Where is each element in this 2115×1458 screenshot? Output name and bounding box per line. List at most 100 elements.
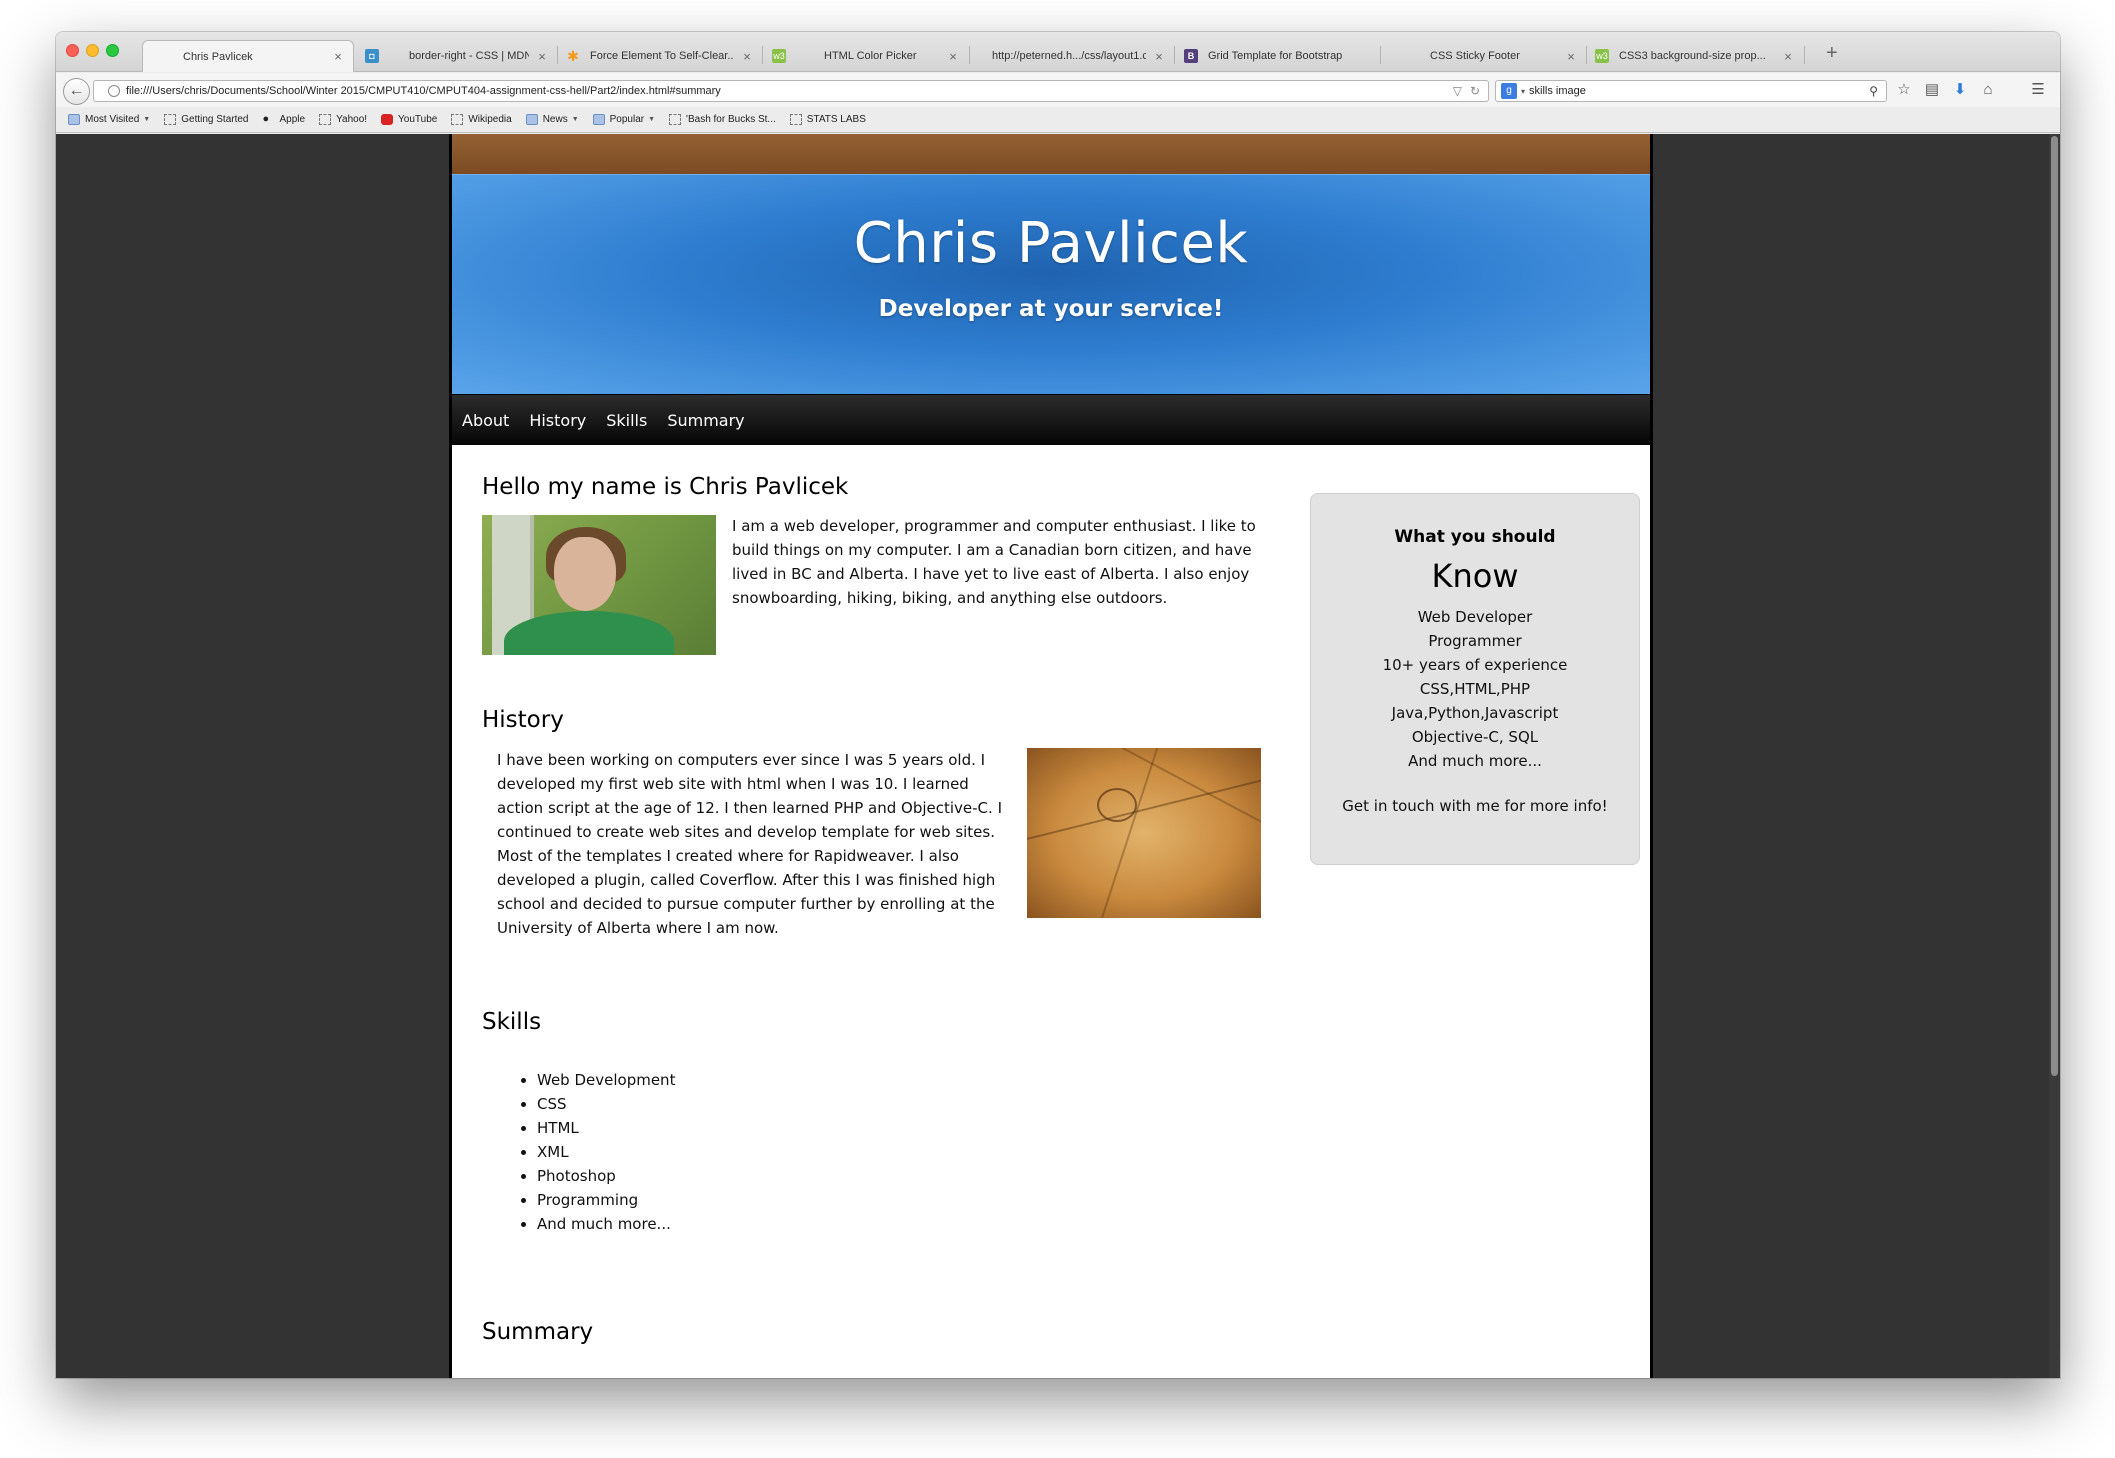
bookmark-label: YouTube [398, 114, 438, 125]
sidebar-item: Objective-C, SQL [1411, 728, 1539, 746]
page-icon [451, 114, 464, 125]
asterisk-icon: ✱ [567, 47, 579, 64]
page-icon [164, 114, 177, 125]
sidebar-item: 10+ years of experience [1382, 656, 1568, 674]
sidebar-item: And much more... [1408, 752, 1542, 770]
list-item: Photoshop [537, 1164, 675, 1188]
sidebar-items: Web Developer Programmer 10+ years of ex… [1311, 605, 1639, 773]
sidebar-item: Web Developer [1417, 608, 1533, 626]
home-icon[interactable]: ⌂ [1978, 80, 1998, 100]
close-icon[interactable]: × [331, 49, 345, 64]
tab-force-element[interactable]: ✱ Force Element To Self-Clear... × [560, 40, 760, 72]
bookmarks-toolbar: Most Visited ▼ Getting Started ● Apple Y… [56, 107, 2060, 133]
chevron-down-icon: ▼ [571, 116, 579, 123]
google-icon[interactable]: g [1501, 83, 1517, 99]
search-input[interactable]: skills image [1529, 85, 1869, 97]
window-zoom-button[interactable] [106, 44, 119, 57]
skills-heading: Skills [482, 1009, 542, 1035]
bookmark-youtube[interactable]: YouTube [381, 114, 437, 125]
tab-separator [762, 46, 763, 64]
back-button[interactable]: ← [63, 78, 90, 105]
scrollbar[interactable] [2049, 134, 2060, 1378]
list-item: HTML [537, 1116, 675, 1140]
tab-label: Chris Pavlicek [183, 50, 253, 63]
search-bar[interactable]: g ▾ skills image ⚲ [1495, 80, 1887, 102]
search-icon[interactable]: ⚲ [1869, 84, 1878, 98]
scrollbar-thumb[interactable] [2051, 136, 2058, 1076]
close-icon[interactable]: × [1152, 49, 1166, 64]
nav-history[interactable]: History [529, 411, 586, 430]
tab-separator [1380, 46, 1381, 64]
menu-icon[interactable]: ☰ [2028, 80, 2048, 100]
sidebar-box: What you should Know Web Developer Progr… [1310, 493, 1640, 865]
reload-icon[interactable]: ↻ [1470, 84, 1480, 98]
sidebar-heading: What you should [1394, 527, 1556, 547]
youtube-icon [381, 114, 394, 125]
bookmark-label: Apple [279, 114, 306, 125]
close-icon[interactable]: × [1564, 49, 1578, 64]
w3-icon: w3 [1595, 49, 1609, 63]
nav-summary[interactable]: Summary [667, 411, 744, 430]
page-icon [669, 114, 682, 125]
bookmark-bash-for-bucks[interactable]: 'Bash for Bucks St... [669, 114, 776, 125]
download-icon[interactable]: ⬇ [1950, 80, 1970, 100]
bookmark-popular[interactable]: Popular ▼ [592, 114, 655, 125]
close-icon[interactable]: × [535, 49, 549, 64]
list-item: Web Development [537, 1068, 675, 1092]
tab-strip: Chris Pavlicek × ◘ border-right - CSS | … [56, 32, 2060, 72]
tab-label: Grid Template for Bootstrap [1208, 50, 1343, 62]
bookmark-label: Popular [609, 114, 645, 125]
bookmark-apple[interactable]: ● Apple [263, 114, 306, 126]
url-bar[interactable]: file:///Users/chris/Documents/School/Win… [93, 80, 1489, 102]
tab-separator [1586, 46, 1587, 64]
nav-about[interactable]: About [462, 411, 509, 430]
reading-list-icon[interactable]: ▤ [1922, 80, 1942, 100]
bookmark-label: STATS LABS [806, 114, 866, 125]
tab-bootstrap-grid[interactable]: B Grid Template for Bootstrap [1178, 40, 1378, 72]
dropdown-arrow-icon[interactable]: ▽ [1453, 84, 1462, 98]
hello-text: I am a web developer, programmer and com… [732, 517, 1256, 607]
close-icon[interactable]: × [740, 49, 754, 64]
list-item: And much more... [537, 1212, 675, 1236]
bookmark-news[interactable]: News ▼ [525, 114, 579, 125]
tab-html-color-picker[interactable]: w3 HTML Color Picker × [766, 40, 966, 72]
bookmark-label: Getting Started [181, 114, 249, 125]
page-viewport: Chris Pavlicek Developer at your service… [56, 134, 2060, 1378]
url-text: file:///Users/chris/Documents/School/Win… [126, 85, 721, 97]
tab-separator [1174, 46, 1175, 64]
history-text: I have been working on computers ever si… [497, 751, 1002, 937]
bookmark-most-visited[interactable]: Most Visited ▼ [68, 114, 150, 125]
tab-css-sticky-footer[interactable]: CSS Sticky Footer × [1384, 40, 1584, 72]
page-icon [319, 114, 332, 125]
chevron-down-icon[interactable]: ▾ [1521, 87, 1525, 96]
tab-mdn[interactable]: ◘ border-right - CSS | MDN × [359, 40, 555, 72]
bookmark-star-icon[interactable]: ☆ [1894, 80, 1914, 100]
tab-css3-background-size[interactable]: w3 CSS3 background-size prop... × [1589, 40, 1801, 72]
tab-chris-pavlicek[interactable]: Chris Pavlicek × [142, 40, 354, 72]
map-image [1027, 748, 1261, 918]
close-icon[interactable]: × [946, 49, 960, 64]
window-close-button[interactable] [66, 44, 79, 57]
site-tagline: Developer at your service! [878, 296, 1224, 322]
bookmark-stats-labs[interactable]: STATS LABS [789, 114, 866, 125]
sidebar-big-title: Know [1431, 557, 1519, 595]
skills-list: Web Development CSS HTML XML Photoshop P… [537, 1068, 675, 1236]
bookmark-label: News [542, 114, 568, 125]
tab-label: Force Element To Self-Clear... [590, 50, 734, 62]
window-minimize-button[interactable] [86, 44, 99, 57]
new-tab-button[interactable]: + [1826, 42, 1838, 65]
folder-icon [592, 114, 605, 125]
browser-window: Chris Pavlicek × ◘ border-right - CSS | … [56, 32, 2060, 1378]
bookmark-label: Most Visited [85, 114, 140, 125]
nav-skills[interactable]: Skills [606, 411, 647, 430]
list-item: CSS [537, 1092, 675, 1116]
bookmark-label: Yahoo! [336, 114, 368, 125]
bookmark-yahoo[interactable]: Yahoo! [319, 114, 367, 125]
tab-label: HTML Color Picker [824, 50, 917, 62]
bookmark-wikipedia[interactable]: Wikipedia [451, 114, 512, 125]
close-icon[interactable]: × [1781, 49, 1795, 64]
bookmark-getting-started[interactable]: Getting Started [164, 114, 249, 125]
profile-photo [482, 515, 716, 655]
tab-peterned-css[interactable]: http://peterned.h.../css/layout1.css × [972, 40, 1172, 72]
site-title: Chris Pavlicek [853, 211, 1249, 276]
